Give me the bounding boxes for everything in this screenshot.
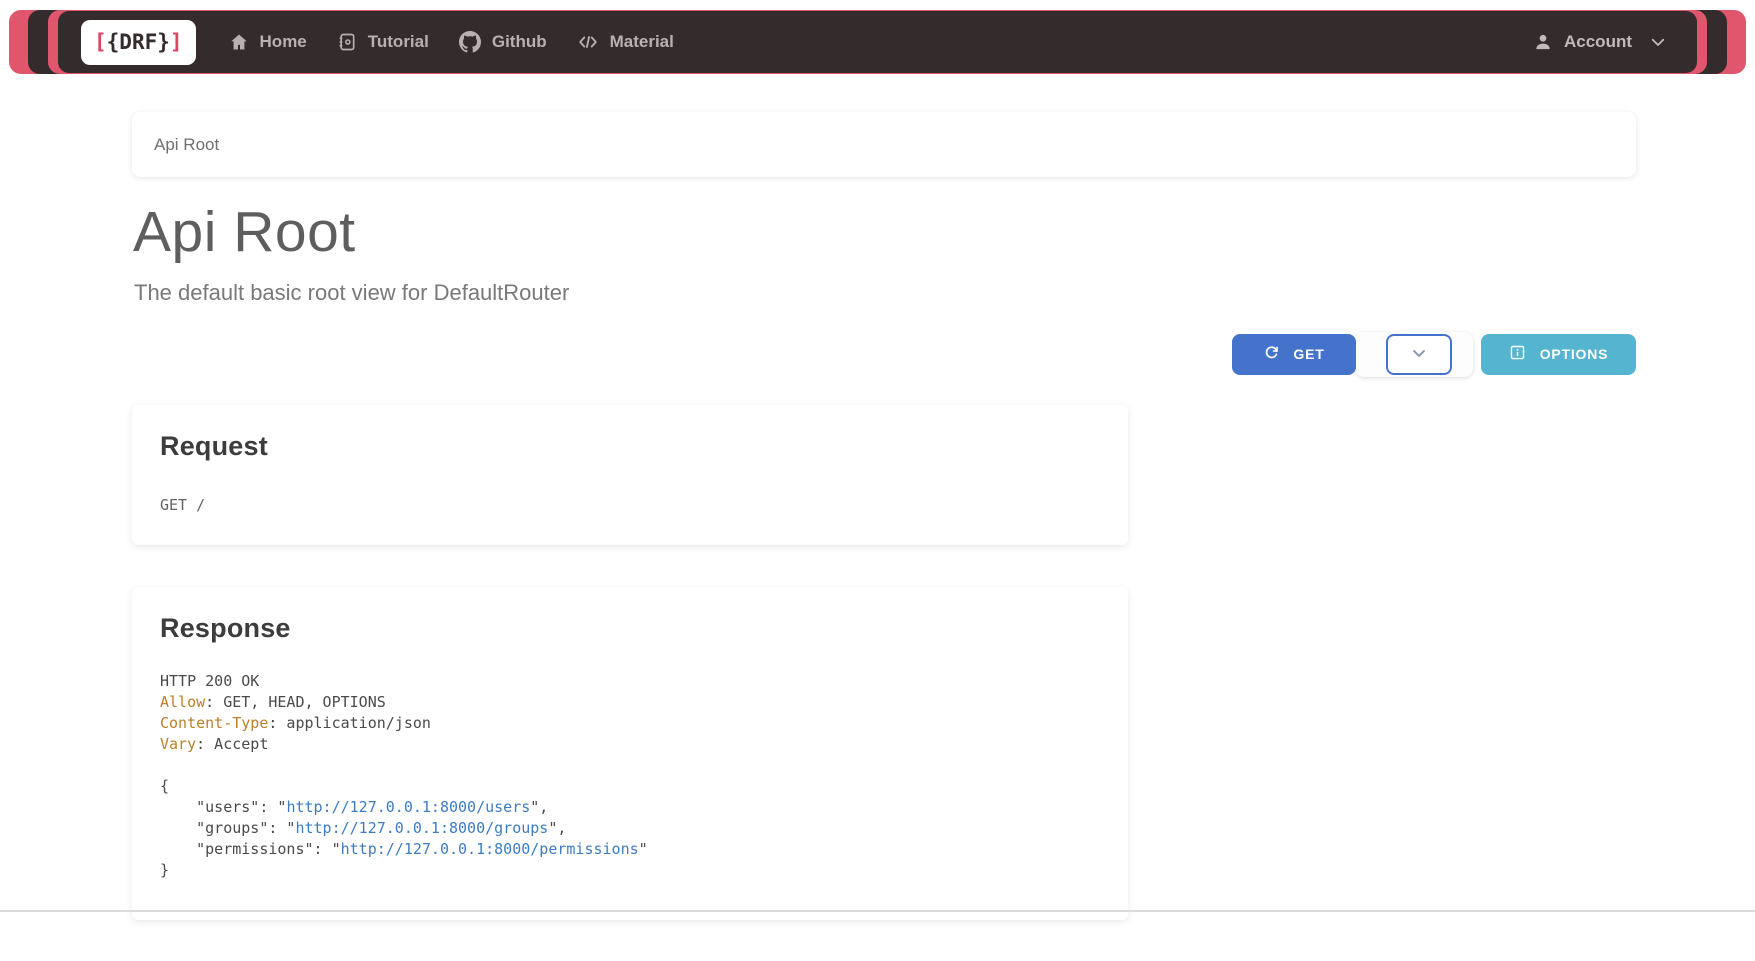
navbar-main: [{DRF}] Home Tutorial bbox=[58, 11, 1697, 73]
nav-item-label: Github bbox=[492, 32, 547, 52]
nav-item-label: Home bbox=[260, 32, 307, 52]
header-value: : Accept bbox=[196, 735, 268, 753]
nav-item-tutorial[interactable]: Tutorial bbox=[322, 32, 444, 52]
breadcrumb: Api Root bbox=[132, 112, 1636, 177]
blank-line bbox=[160, 755, 1100, 776]
account-label: Account bbox=[1564, 32, 1632, 52]
response-card: Response HTTP 200 OK Allow: GET, HEAD, O… bbox=[132, 587, 1128, 920]
response-header-vary: Vary: Accept bbox=[160, 734, 1100, 755]
logo-bracket-right: ] bbox=[170, 30, 183, 54]
logo-text: {DRF} bbox=[107, 30, 170, 54]
json-key: "groups": " bbox=[160, 819, 295, 837]
content: Api Root Api Root The default basic root… bbox=[132, 112, 1636, 920]
actions-row: GET OPTIONS bbox=[132, 334, 1636, 375]
chevron-down-icon bbox=[1409, 343, 1429, 366]
json-key: "permissions": " bbox=[160, 840, 341, 858]
page-title: Api Root bbox=[133, 201, 1636, 264]
header-name: Content-Type bbox=[160, 714, 268, 732]
request-line: GET / bbox=[160, 496, 1100, 514]
request-card: Request GET / bbox=[132, 405, 1128, 545]
get-button[interactable]: GET bbox=[1232, 334, 1356, 375]
response-heading: Response bbox=[160, 613, 1100, 644]
status-line: HTTP 200 OK bbox=[160, 671, 1100, 692]
github-icon bbox=[459, 31, 481, 53]
nav-item-label: Material bbox=[610, 32, 674, 52]
groups-endpoint-link[interactable]: http://127.0.0.1:8000/groups bbox=[295, 819, 548, 837]
json-entry-permissions: "permissions": "http://127.0.0.1:8000/pe… bbox=[160, 839, 1100, 860]
header-name: Allow bbox=[160, 693, 205, 711]
nav-links: Home Tutorial Github bbox=[214, 31, 689, 53]
response-body: HTTP 200 OK Allow: GET, HEAD, OPTIONS Co… bbox=[160, 671, 1100, 881]
json-entry-users: "users": "http://127.0.0.1:8000/users", bbox=[160, 797, 1100, 818]
drf-logo[interactable]: [{DRF}] bbox=[81, 20, 196, 65]
options-button[interactable]: OPTIONS bbox=[1481, 334, 1636, 375]
header-value: : application/json bbox=[268, 714, 431, 732]
request-heading: Request bbox=[160, 431, 1100, 462]
json-punct: ", bbox=[548, 819, 566, 837]
refresh-icon bbox=[1263, 344, 1280, 364]
json-entry-groups: "groups": "http://127.0.0.1:8000/groups"… bbox=[160, 818, 1100, 839]
json-punct: ", bbox=[530, 798, 548, 816]
nav-item-label: Tutorial bbox=[368, 32, 429, 52]
get-button-label: GET bbox=[1293, 346, 1324, 362]
nav-item-material[interactable]: Material bbox=[562, 31, 689, 53]
home-icon bbox=[229, 32, 249, 52]
breadcrumb-item-api-root[interactable]: Api Root bbox=[154, 135, 219, 155]
json-key: "users": " bbox=[160, 798, 286, 816]
info-square-icon bbox=[1509, 344, 1526, 364]
navbar: [{DRF}] Home Tutorial bbox=[0, 0, 1755, 84]
logo-bracket-left: [ bbox=[94, 30, 107, 54]
permissions-endpoint-link[interactable]: http://127.0.0.1:8000/permissions bbox=[341, 840, 639, 858]
chevron-down-icon bbox=[1649, 33, 1667, 51]
nav-item-home[interactable]: Home bbox=[214, 32, 322, 52]
json-close-brace: } bbox=[160, 860, 1100, 881]
code-icon bbox=[577, 31, 599, 53]
get-format-dropdown-button[interactable] bbox=[1386, 334, 1452, 375]
json-open-brace: { bbox=[160, 776, 1100, 797]
account-menu[interactable]: Account bbox=[1533, 32, 1679, 52]
person-icon bbox=[1533, 32, 1553, 52]
page-divider bbox=[0, 910, 1755, 912]
nav-item-github[interactable]: Github bbox=[444, 31, 562, 53]
users-endpoint-link[interactable]: http://127.0.0.1:8000/users bbox=[286, 798, 530, 816]
response-header-content-type: Content-Type: application/json bbox=[160, 713, 1100, 734]
header-name: Vary bbox=[160, 735, 196, 753]
json-punct: " bbox=[639, 840, 648, 858]
response-header-allow: Allow: GET, HEAD, OPTIONS bbox=[160, 692, 1100, 713]
journal-icon bbox=[337, 32, 357, 52]
header-value: : GET, HEAD, OPTIONS bbox=[205, 693, 386, 711]
options-button-label: OPTIONS bbox=[1540, 346, 1609, 362]
page-subtitle: The default basic root view for DefaultR… bbox=[134, 280, 1636, 306]
